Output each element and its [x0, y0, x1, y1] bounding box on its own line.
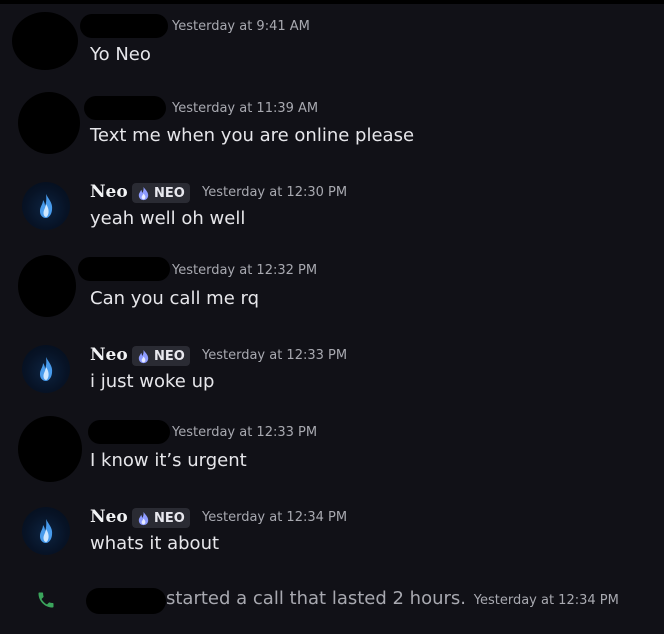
message-timestamp: Yesterday at 12:33 PM: [172, 425, 318, 440]
author-name[interactable]: Neo: [90, 182, 128, 202]
message-timestamp: Yesterday at 12:30 PM: [202, 185, 348, 200]
message-item[interactable]: Neo NEO Yesterday at 12:34 PM whats it a…: [0, 499, 664, 569]
message-timestamp: Yesterday at 9:41 AM: [172, 19, 310, 34]
chat-message-list: Yesterday at 9:41 AM Yo Neo Yesterday at…: [0, 0, 664, 634]
clan-tag-label: NEO: [154, 185, 185, 201]
author-name[interactable]: Neo: [90, 345, 128, 365]
message-content: Text me when you are online please: [90, 125, 415, 146]
message-timestamp: Yesterday at 12:32 PM: [172, 263, 318, 278]
caller-name-redacted[interactable]: [86, 588, 166, 614]
message-content: i just woke up: [90, 371, 215, 392]
flame-badge-icon: [138, 511, 149, 525]
flame-badge-icon: [138, 186, 149, 200]
flame-badge-icon: [138, 349, 149, 363]
message-content: I know it’s urgent: [90, 450, 247, 471]
call-duration-text: started a call that lasted 2 hours.: [166, 588, 467, 609]
message-content: Yo Neo: [90, 44, 151, 65]
avatar-neo[interactable]: [22, 345, 70, 393]
clan-tag-label: NEO: [154, 510, 185, 526]
message-timestamp: Yesterday at 12:33 PM: [202, 348, 348, 363]
message-item[interactable]: Neo NEO Yesterday at 12:33 PM i just wok…: [0, 337, 664, 407]
message-content: yeah well oh well: [90, 208, 246, 229]
call-description: started a call that lasted 2 hours. Yest…: [166, 588, 619, 609]
clan-tag-badge[interactable]: NEO: [132, 508, 190, 528]
avatar-neo[interactable]: [22, 507, 70, 555]
message-content: Can you call me rq: [90, 288, 260, 309]
message-item[interactable]: Yesterday at 12:33 PM I know it’s urgent: [0, 416, 664, 486]
clan-tag-label: NEO: [154, 348, 185, 364]
author-name-redacted[interactable]: [80, 14, 168, 38]
avatar-redacted[interactable]: [18, 416, 82, 482]
call-system-message: started a call that lasted 2 hours. Yest…: [0, 578, 664, 624]
message-item[interactable]: Yesterday at 12:32 PM Can you call me rq: [0, 255, 664, 325]
message-item[interactable]: Neo NEO Yesterday at 12:30 PM yeah well …: [0, 174, 664, 244]
message-timestamp: Yesterday at 11:39 AM: [172, 101, 319, 116]
blue-flame-icon: [39, 519, 53, 543]
avatar-redacted[interactable]: [18, 92, 80, 154]
author-name-redacted[interactable]: [84, 96, 166, 120]
blue-flame-icon: [39, 357, 53, 381]
message-content: whats it about: [90, 533, 220, 554]
message-timestamp: Yesterday at 12:34 PM: [473, 593, 619, 608]
author-name-redacted[interactable]: [88, 420, 170, 444]
message-item[interactable]: Yesterday at 9:41 AM Yo Neo: [0, 10, 664, 80]
message-item[interactable]: Yesterday at 11:39 AM Text me when you a…: [0, 92, 664, 162]
blue-flame-icon: [39, 194, 53, 218]
message-timestamp: Yesterday at 12:34 PM: [202, 510, 348, 525]
author-name[interactable]: Neo: [90, 507, 128, 527]
clan-tag-badge[interactable]: NEO: [132, 346, 190, 366]
avatar-redacted[interactable]: [12, 12, 78, 70]
phone-icon: [38, 592, 54, 608]
avatar-redacted[interactable]: [18, 255, 76, 317]
clan-tag-badge[interactable]: NEO: [132, 183, 190, 203]
author-name-redacted[interactable]: [78, 257, 170, 281]
avatar-neo[interactable]: [22, 182, 70, 230]
